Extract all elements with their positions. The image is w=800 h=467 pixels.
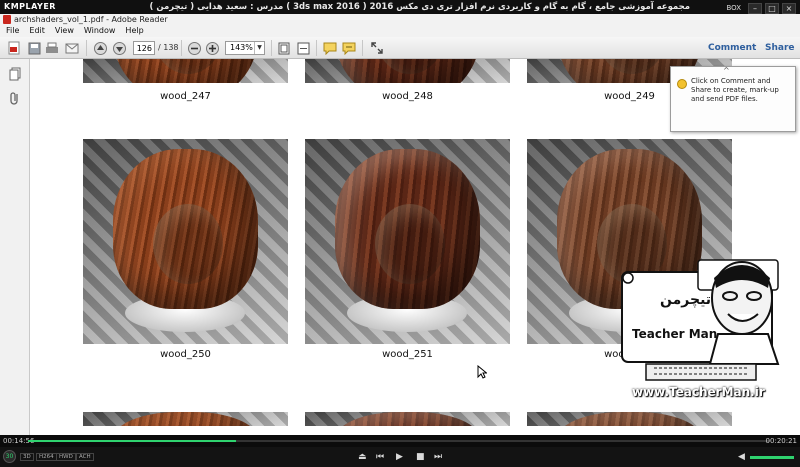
swatch-image (83, 412, 288, 426)
mode-tag[interactable]: H264 (36, 453, 57, 461)
tooltip-text: Click on Comment and Share to create, ma… (691, 77, 779, 103)
collapse-icon[interactable]: ^ (723, 66, 730, 75)
menu-window[interactable]: Window (84, 25, 116, 37)
watermark-url: www.TeacherMan.ir (632, 385, 765, 399)
page-number-input[interactable] (133, 41, 155, 55)
eject-icon[interactable]: ⏏ (358, 452, 367, 462)
swatch-image (305, 139, 510, 344)
swatch-image (83, 59, 288, 83)
teacherman-watermark: تیچرمن Teacher Man (621, 259, 780, 381)
watermark-brand-en: Teacher Man (632, 327, 717, 341)
swatch-image (527, 412, 732, 426)
volume-slider[interactable] (750, 456, 794, 459)
watermark-brand-fa: تیچرمن (660, 292, 711, 308)
fit-page-icon[interactable] (276, 40, 292, 56)
navigation-pane (0, 59, 30, 435)
print-icon[interactable] (44, 40, 60, 56)
close-icon[interactable]: × (782, 2, 796, 14)
swatch-image (305, 59, 510, 83)
player-controls: 30 3D H264 HWD ACH ⏏ ⏮ ▶ ■ ⏭ ◀ (0, 447, 800, 467)
zoom-in-icon[interactable] (204, 40, 220, 56)
menu-bar: File Edit View Window Help (0, 25, 800, 37)
mode-tag[interactable]: HWD (56, 453, 76, 461)
comment-button[interactable]: Comment (708, 41, 756, 55)
menu-file[interactable]: File (6, 25, 19, 37)
player-window-buttons: BOX – □ × (726, 1, 796, 15)
swatch-label: wood_250 (160, 349, 211, 360)
player-title-bar: KMPLAYER مجموعه آموزشی جامع ، گام به گام… (0, 0, 800, 14)
rewind-icon[interactable]: ⏮ (376, 452, 384, 462)
toolbar-separator (181, 40, 182, 56)
play-icon[interactable]: ▶ (396, 452, 403, 462)
toolbar: / 138 143% ▼ Comment Share (0, 37, 800, 59)
toolbar-separator (316, 40, 317, 56)
swatch-label: wood_247 (160, 91, 211, 102)
minimize-icon[interactable]: – (748, 2, 762, 14)
email-icon[interactable] (64, 40, 80, 56)
share-button[interactable]: Share (765, 41, 795, 55)
zoom-out-icon[interactable] (186, 40, 202, 56)
next-page-icon[interactable] (111, 40, 127, 56)
create-pdf-icon[interactable] (6, 40, 22, 56)
highlight-icon[interactable] (341, 40, 357, 56)
seek-track[interactable] (28, 440, 770, 442)
menu-view[interactable]: View (55, 25, 74, 37)
zoom-value: 143% (230, 43, 253, 52)
menu-help[interactable]: Help (125, 25, 143, 37)
reader-title: archshaders_vol_1.pdf - Adobe Reader (14, 15, 168, 24)
attachments-icon[interactable] (8, 91, 22, 105)
volume-icon[interactable]: ◀ (738, 452, 745, 462)
toolbar-separator (86, 40, 87, 56)
previous-page-icon[interactable] (92, 40, 108, 56)
toolbar-separator (362, 40, 363, 56)
mouse-cursor-icon (477, 365, 487, 379)
zoom-select[interactable]: 143% ▼ (225, 41, 265, 55)
swatch-image (305, 412, 510, 426)
sticky-note-icon[interactable] (322, 40, 338, 56)
reader-title-bar: archshaders_vol_1.pdf - Adobe Reader (0, 14, 800, 25)
expand-icon[interactable] (369, 40, 385, 56)
toolbar-separator (271, 40, 272, 56)
menu-edit[interactable]: Edit (29, 25, 45, 37)
pdf-icon (3, 15, 11, 24)
save-icon[interactable] (26, 40, 42, 56)
time-total: 00:20:21 (765, 437, 797, 445)
swatch-label: wood_248 (382, 91, 433, 102)
pages-panel-icon[interactable] (8, 67, 22, 81)
kmp-badge[interactable]: 30 (3, 450, 16, 463)
swatch-image (83, 139, 288, 344)
stop-icon[interactable]: ■ (416, 452, 425, 462)
comment-tooltip: ^ Click on Comment and Share to create, … (670, 66, 796, 132)
player-title: مجموعه آموزشی جامع ، گام به گام و کاربرد… (150, 2, 690, 12)
mode-tag[interactable]: ACH (76, 453, 94, 461)
info-icon (677, 79, 687, 89)
maximize-icon[interactable]: □ (765, 2, 779, 14)
page-total: / 138 (158, 43, 179, 52)
forward-icon[interactable]: ⏭ (434, 452, 442, 462)
mode-tag[interactable]: 3D (20, 453, 34, 461)
box-label[interactable]: BOX (726, 1, 741, 15)
fit-width-icon[interactable] (295, 40, 311, 56)
seek-progress (28, 440, 236, 442)
chevron-down-icon[interactable]: ▼ (254, 42, 264, 54)
seek-bar[interactable]: 00:14:56 00:20:21 (0, 435, 800, 447)
swatch-label: wood_251 (382, 349, 433, 360)
player-logo: KMPLAYER (4, 2, 56, 11)
